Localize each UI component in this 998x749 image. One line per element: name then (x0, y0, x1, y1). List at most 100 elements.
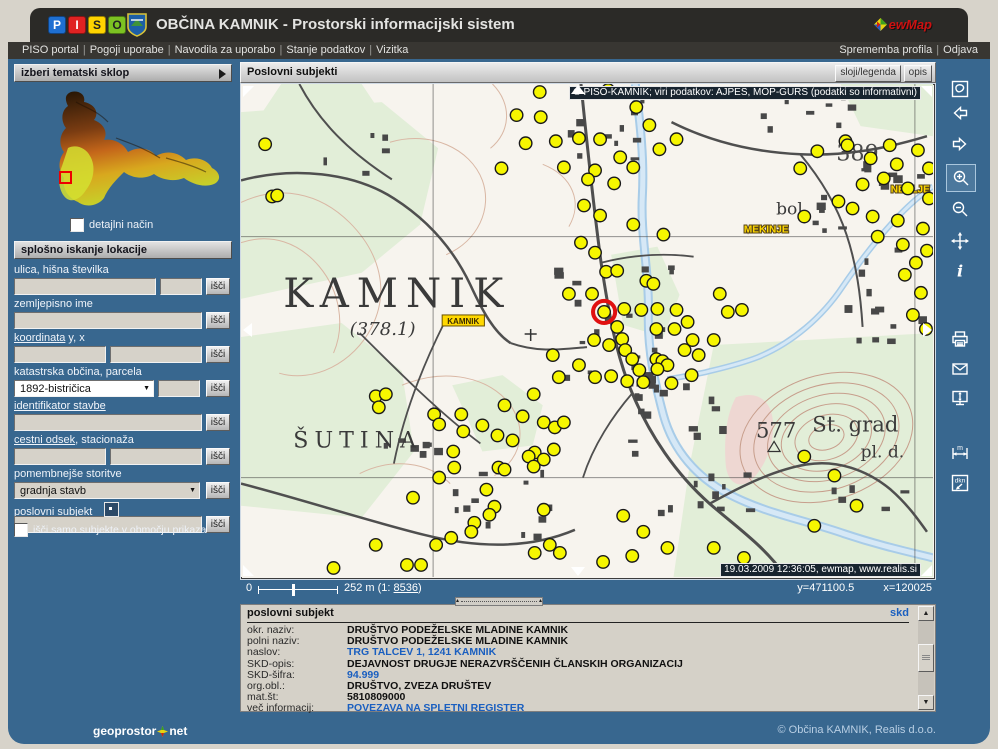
business-dot[interactable] (665, 377, 677, 389)
input-ulica-0[interactable] (14, 278, 156, 295)
business-dot[interactable] (538, 504, 550, 516)
business-dot[interactable] (433, 471, 445, 483)
business-dot[interactable] (670, 133, 682, 145)
business-dot[interactable] (681, 316, 693, 328)
business-dot[interactable] (594, 133, 606, 145)
business-dot[interactable] (594, 209, 606, 221)
business-dot[interactable] (548, 443, 560, 455)
mail-icon[interactable] (946, 356, 974, 382)
business-dot[interactable] (910, 256, 922, 268)
business-dot[interactable] (637, 376, 649, 388)
business-dot[interactable] (892, 214, 904, 226)
info-row-value[interactable]: POVEZAVA NA SPLETNI REGISTER (347, 703, 524, 714)
measure-icon[interactable]: m (946, 440, 974, 466)
back-icon[interactable] (946, 100, 974, 126)
business-dot[interactable] (828, 469, 840, 481)
business-dot[interactable] (491, 429, 503, 441)
business-dot[interactable] (527, 460, 539, 472)
business-dot[interactable] (370, 539, 382, 551)
business-dot[interactable] (617, 510, 629, 522)
business-dot[interactable] (707, 542, 719, 554)
business-dot[interactable] (915, 287, 927, 299)
business-dot[interactable] (465, 526, 477, 538)
business-dot[interactable] (808, 520, 820, 532)
business-dot[interactable] (611, 321, 623, 333)
business-dot[interactable] (455, 408, 467, 420)
business-dot[interactable] (447, 445, 459, 457)
business-dot[interactable] (907, 309, 919, 321)
business-dot[interactable] (621, 375, 633, 387)
business-dot[interactable] (707, 334, 719, 346)
business-dot[interactable] (794, 162, 806, 174)
business-dot[interactable] (550, 135, 562, 147)
business-dot[interactable] (498, 463, 510, 475)
business-dot[interactable] (573, 132, 585, 144)
search-button-ulica[interactable]: išči (206, 278, 230, 295)
skd-link[interactable]: skd (890, 607, 909, 619)
layers-legend-button[interactable]: sloji/legenda (835, 65, 901, 82)
input-ulica-1[interactable] (160, 278, 202, 295)
ewmap-logo[interactable]: ewMap (874, 17, 932, 32)
business-dot[interactable] (380, 388, 392, 400)
search-button-subjekt[interactable]: išči (206, 516, 230, 533)
business-dot[interactable] (401, 559, 413, 571)
business-dot[interactable] (798, 450, 810, 462)
business-dot[interactable] (563, 288, 575, 300)
business-dot[interactable] (871, 230, 883, 242)
business-dot[interactable] (633, 364, 645, 376)
business-dot[interactable] (736, 304, 748, 316)
field-link-stavba[interactable]: identifikator stavbe (14, 400, 106, 412)
info-scrollbar[interactable]: ▲ ▼ (918, 606, 934, 710)
business-dot[interactable] (433, 418, 445, 430)
business-dot[interactable] (866, 210, 878, 222)
business-dot[interactable] (891, 158, 903, 170)
business-dot[interactable] (558, 161, 570, 173)
business-dot[interactable] (846, 202, 858, 214)
input-odsek-0[interactable] (14, 448, 106, 465)
business-dot[interactable] (614, 151, 626, 163)
search-button-zemljepisno[interactable]: išči (206, 312, 230, 329)
piso-logo[interactable]: PISO (48, 16, 126, 34)
input-zemljepisno-0[interactable] (14, 312, 202, 329)
business-dot[interactable] (611, 265, 623, 277)
business-dot[interactable] (597, 556, 609, 568)
business-dot[interactable] (588, 334, 600, 346)
business-dot[interactable] (506, 434, 518, 446)
map-canvas[interactable]: KAMNIK (378.1) ŠUTINA 389 bol 577 St. gr… (240, 83, 936, 580)
dkn-icon[interactable]: dkn (946, 470, 974, 496)
business-dot[interactable] (589, 246, 601, 258)
business-dot[interactable] (877, 172, 889, 184)
business-dot[interactable] (912, 144, 924, 156)
business-dot[interactable] (519, 137, 531, 149)
business-dot[interactable] (498, 399, 510, 411)
business-dot[interactable] (811, 145, 823, 157)
business-dot[interactable] (923, 162, 933, 174)
business-dot[interactable] (618, 303, 630, 315)
business-dot[interactable] (586, 288, 598, 300)
description-button[interactable]: opis (904, 65, 932, 82)
input-koordinata-1[interactable] (110, 346, 202, 363)
business-dot[interactable] (856, 178, 868, 190)
business-dot[interactable] (657, 228, 669, 240)
business-dot[interactable] (457, 425, 469, 437)
scroll-down-button[interactable]: ▼ (918, 695, 934, 710)
business-dot[interactable] (626, 550, 638, 562)
menu-item-navodila-za-uporabo[interactable]: Navodila za uporabo (175, 44, 276, 56)
business-dot[interactable] (630, 101, 642, 113)
menu-item-sprememba-profila[interactable]: Sprememba profila (839, 44, 932, 56)
business-dot[interactable] (430, 539, 442, 551)
business-dot[interactable] (603, 339, 615, 351)
zoom-in-icon[interactable] (946, 164, 976, 192)
business-dot[interactable] (884, 139, 896, 151)
field-link-odsek[interactable]: cestni odsek (14, 434, 75, 446)
search-button-koordinata[interactable]: išči (206, 346, 230, 363)
business-dot[interactable] (850, 499, 862, 511)
business-dot[interactable] (841, 139, 853, 151)
business-dot[interactable] (480, 483, 492, 495)
business-dot[interactable] (798, 210, 810, 222)
pan-icon[interactable] (946, 228, 974, 254)
pan-south-arrow[interactable] (571, 567, 585, 576)
business-dot[interactable] (547, 349, 559, 361)
business-dot[interactable] (476, 419, 488, 431)
search-section-header[interactable]: splošno iskanje lokacije (14, 241, 232, 259)
